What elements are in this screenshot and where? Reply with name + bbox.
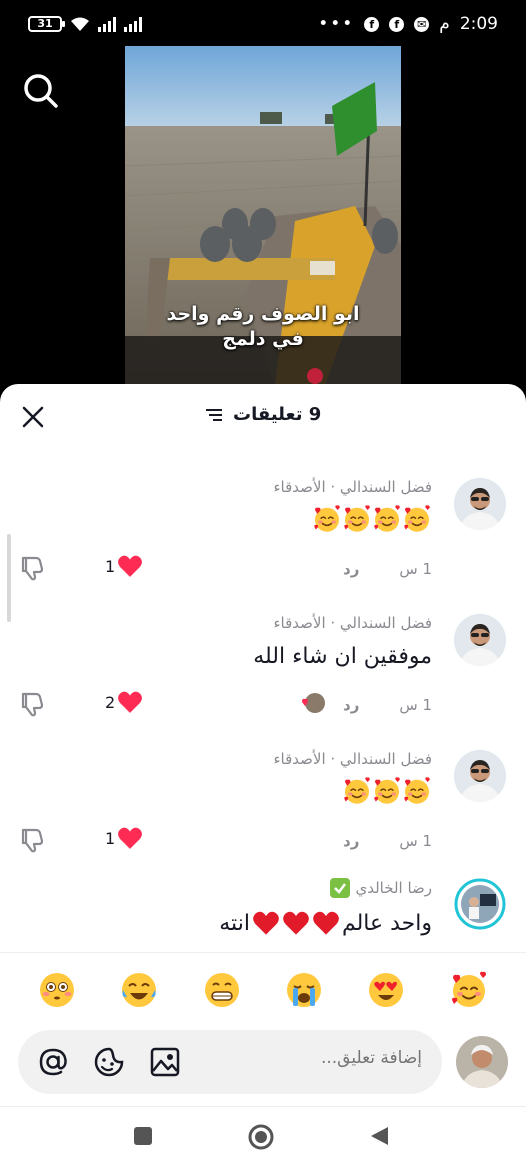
- search-icon[interactable]: [20, 70, 60, 110]
- comment-author[interactable]: رضا الخالدي: [329, 878, 433, 898]
- home-button[interactable]: [247, 1123, 275, 1151]
- comment-input-row: [0, 1028, 526, 1100]
- like-count: 2: [105, 692, 116, 712]
- image-icon[interactable]: [148, 1045, 182, 1079]
- comment-text: واحد عالم انته: [219, 910, 432, 936]
- dislike-icon[interactable]: [18, 690, 46, 718]
- filter-icon: [205, 409, 222, 421]
- avatar[interactable]: [454, 750, 506, 802]
- like-button[interactable]: 2: [105, 690, 143, 714]
- smiling-face-with-hearts-icon: [402, 504, 432, 534]
- facebook-icon-2: f: [389, 16, 405, 32]
- comment-1[interactable]: فضل السندالي · الأصدقاء 1 س رد 1: [0, 478, 526, 606]
- smiling-face-with-hearts-icon: [402, 776, 432, 806]
- reply-button[interactable]: رد: [343, 696, 359, 714]
- like-count: 1: [105, 556, 116, 576]
- clock: 2:09: [459, 14, 498, 34]
- author-name: رضا الخالدي: [355, 879, 433, 897]
- red-heart-icon: [312, 910, 340, 936]
- heart-eyes-icon[interactable]: [366, 970, 406, 1010]
- quick-emoji-bar: [0, 952, 526, 1026]
- wifi-icon: [71, 17, 89, 31]
- video-caption: ابو الصوف رقم واحد في دلمج: [125, 302, 401, 352]
- comment-text: موفقين ان شاء الله: [253, 644, 432, 669]
- smiling-face-with-hearts-icon: [312, 504, 342, 534]
- red-heart-icon: [282, 910, 310, 936]
- comment-input-pill[interactable]: [18, 1030, 442, 1094]
- comment-text-part-2: انته: [219, 910, 250, 936]
- avatar-story-ring[interactable]: [454, 878, 506, 930]
- comment-text-part-1: واحد عالم: [341, 910, 432, 936]
- title-text: 9 تعليقات: [233, 404, 322, 425]
- comment-4[interactable]: رضا الخالدي واحد عالم انته: [0, 878, 526, 952]
- crying-icon[interactable]: [284, 970, 324, 1010]
- system-nav-bar: [0, 1106, 526, 1169]
- heart-icon: [117, 554, 143, 578]
- comment-text: [342, 776, 432, 806]
- comment-input[interactable]: [222, 1048, 422, 1068]
- checkmark-icon: [329, 878, 350, 898]
- my-avatar: [456, 1036, 508, 1088]
- smiling-face-with-hearts-icon: [372, 504, 402, 534]
- comment-meta: 1 س رد: [343, 832, 432, 850]
- comment-time: 1 س: [399, 832, 432, 850]
- comment-meta: 1 س رد: [343, 696, 432, 714]
- comment-3[interactable]: فضل السندالي · الأصدقاء 1 س رد 1: [0, 750, 526, 878]
- status-right: ••• f f ✉ م 2:09: [318, 14, 498, 34]
- red-heart-icon: [252, 910, 280, 936]
- comment-time: 1 س: [399, 560, 432, 578]
- avatar[interactable]: [454, 478, 506, 530]
- comment-time: 1 س: [399, 696, 432, 714]
- smiling-face-with-hearts-icon: [372, 776, 402, 806]
- dislike-icon[interactable]: [18, 826, 46, 854]
- comment-meta: 1 س رد: [343, 560, 432, 578]
- messenger-icon: ✉: [414, 16, 430, 32]
- battery-icon: 31: [28, 16, 65, 32]
- signal-icon-1: [98, 16, 116, 32]
- reply-button[interactable]: رد: [343, 832, 359, 850]
- comment-author[interactable]: فضل السندالي · الأصدقاء: [274, 478, 433, 496]
- flushed-icon[interactable]: [37, 970, 77, 1010]
- heart-icon: [117, 690, 143, 714]
- smiling-face-with-hearts-icon: [342, 776, 372, 806]
- heart-icon: [117, 826, 143, 850]
- more-dots-icon: •••: [318, 14, 355, 34]
- facebook-icon: f: [364, 16, 380, 32]
- reply-button[interactable]: رد: [343, 560, 359, 578]
- emoji-sticker-icon[interactable]: [92, 1045, 126, 1079]
- smiling-face-with-hearts-icon[interactable]: [449, 970, 489, 1010]
- tears-of-joy-icon[interactable]: [119, 970, 159, 1010]
- comments-count-title[interactable]: 9 تعليقات: [0, 404, 526, 425]
- grinning-icon[interactable]: [202, 970, 242, 1010]
- dislike-icon[interactable]: [18, 554, 46, 582]
- avatar[interactable]: [454, 614, 506, 666]
- signal-icon-2: [124, 16, 142, 32]
- back-button[interactable]: [368, 1125, 390, 1147]
- video-area[interactable]: ابو الصوف رقم واحد في دلمج: [0, 46, 526, 386]
- recents-button[interactable]: [132, 1125, 154, 1147]
- caption-line-2: في دلمج: [222, 328, 304, 350]
- smiling-face-with-hearts-icon: [342, 504, 372, 534]
- status-left: 31: [28, 16, 142, 32]
- caption-line-1: ابو الصوف رقم واحد: [166, 303, 360, 325]
- creator-liked-avatar: [302, 693, 325, 713]
- sheet-header: 9 تعليقات: [0, 384, 526, 448]
- video-frame[interactable]: ابو الصوف رقم واحد في دلمج: [125, 46, 401, 386]
- comment-text: [312, 504, 432, 534]
- ampm-label: م: [439, 14, 450, 34]
- mention-icon[interactable]: [36, 1045, 70, 1079]
- status-bar: 31 ••• f f ✉ م 2:09: [0, 0, 526, 46]
- like-button[interactable]: 1: [105, 826, 143, 850]
- comment-author[interactable]: فضل السندالي · الأصدقاء: [274, 614, 433, 632]
- like-button[interactable]: 1: [105, 554, 143, 578]
- comment-2[interactable]: فضل السندالي · الأصدقاء موفقين ان شاء ال…: [0, 614, 526, 742]
- like-count: 1: [105, 828, 116, 848]
- comment-author[interactable]: فضل السندالي · الأصدقاء: [274, 750, 433, 768]
